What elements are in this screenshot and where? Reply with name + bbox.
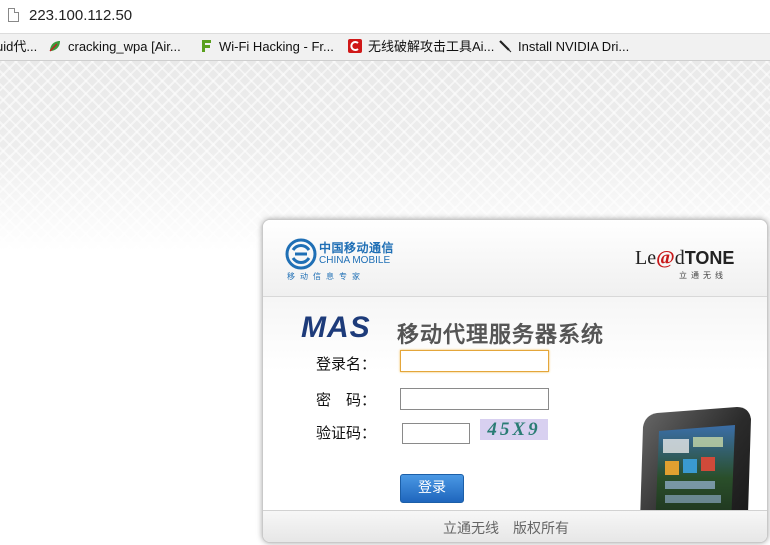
- leadtone-logo: Le@dTONE: [635, 247, 734, 270]
- bookmark-leaf-icon: [49, 41, 60, 52]
- page-icon: [8, 8, 19, 22]
- system-title: 移动代理服务器系统: [397, 323, 605, 348]
- mas-logo: MAS: [301, 311, 371, 344]
- login-panel: 中国移动通信 CHINA MOBILE 移动信息专家 Le@dTONE 立通无线…: [262, 219, 768, 543]
- pen-icon: [499, 40, 512, 53]
- login-form: MAS 移动代理服务器系统 登录名： 密 码： 验证码： 45X9 登录: [263, 297, 767, 542]
- captcha-label: 验证码：: [316, 424, 377, 442]
- bookmark-label: cracking_wpa [Air...: [68, 39, 181, 54]
- bookmark-label: Wi-Fi Hacking - Fr...: [219, 39, 334, 54]
- bookmark-label: Install NVIDIA Dri...: [518, 39, 630, 54]
- panel-footer: 立通无线 版权所有: [263, 510, 767, 542]
- china-mobile-name: 中国移动通信: [319, 241, 395, 255]
- china-mobile-english: CHINA MOBILE: [319, 255, 391, 266]
- copyright-text: 立通无线 版权所有: [443, 521, 569, 537]
- bookmark-item[interactable]: Wi-Fi Hacking - Fr...: [199, 38, 334, 56]
- password-label: 密 码：: [316, 391, 377, 409]
- leadtone-at: @: [656, 247, 675, 269]
- bookmark-label: 无线破解攻击工具Ai...: [368, 39, 495, 54]
- captcha-image[interactable]: 45X9: [480, 419, 548, 440]
- leadtone-le: Le: [635, 247, 657, 269]
- bookmark-item[interactable]: Install NVIDIA Dri...: [498, 38, 629, 56]
- bookmark-item[interactable]: uid代...: [0, 38, 37, 56]
- password-input[interactable]: [400, 388, 549, 410]
- bookmark-label: uid代...: [0, 39, 38, 54]
- china-mobile-slogan: 移动信息专家: [287, 272, 365, 281]
- letter-f-icon: [202, 40, 211, 52]
- address-bar[interactable]: 223.100.112.50: [0, 0, 770, 34]
- url-text[interactable]: 223.100.112.50: [29, 7, 132, 24]
- letter-c-icon: [348, 39, 362, 53]
- leadtone-d: d: [674, 247, 685, 269]
- captcha-input[interactable]: [402, 423, 470, 444]
- leadtone-tone: TONE: [684, 248, 735, 268]
- china-mobile-logo-icon: [285, 238, 317, 270]
- bookmarks-bar: uid代... cracking_wpa [Air... Wi-Fi Hacki…: [0, 34, 770, 61]
- login-button[interactable]: 登录: [400, 474, 464, 503]
- bookmark-item[interactable]: cracking_wpa [Air...: [48, 38, 181, 56]
- username-input[interactable]: [400, 350, 549, 372]
- username-label: 登录名：: [316, 355, 377, 373]
- leadtone-subtitle: 立通无线: [679, 271, 727, 280]
- panel-header: 中国移动通信 CHINA MOBILE 移动信息专家 Le@dTONE 立通无线: [263, 220, 767, 297]
- bookmark-item[interactable]: 无线破解攻击工具Ai...: [348, 38, 494, 56]
